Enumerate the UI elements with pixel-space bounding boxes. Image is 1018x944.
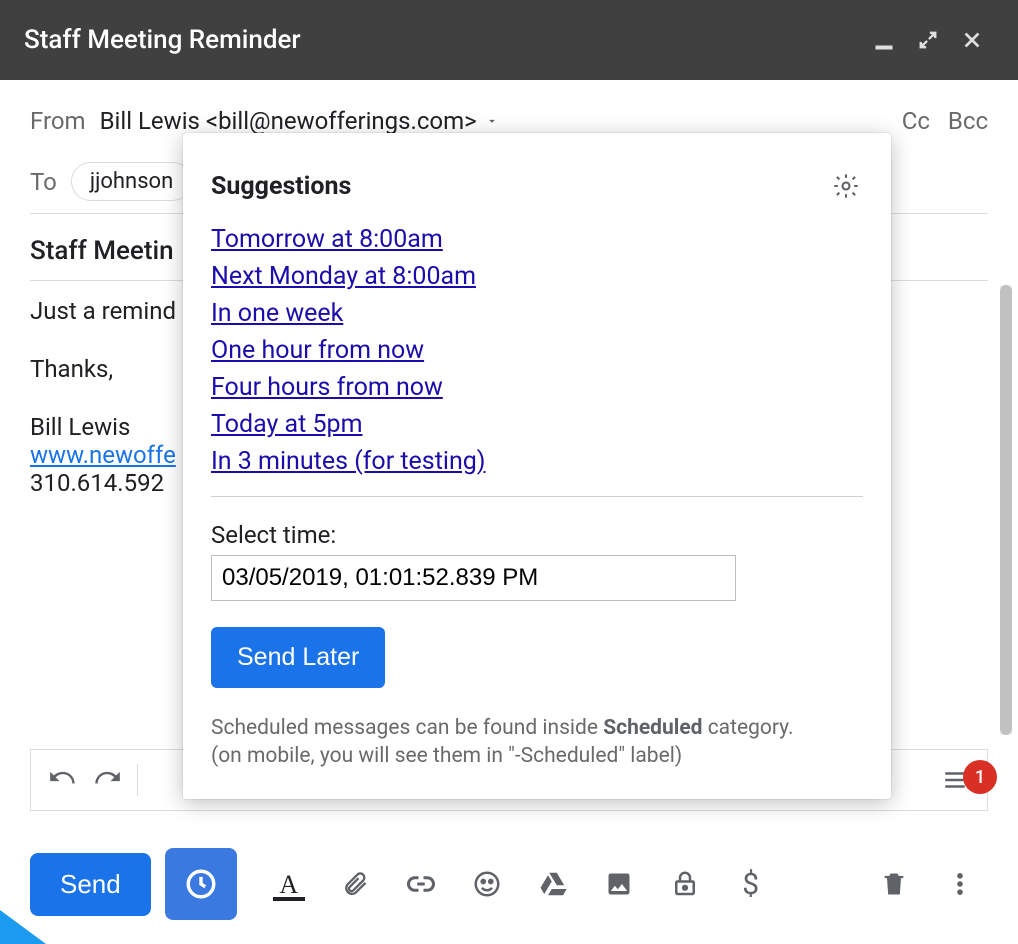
suggestion-item[interactable]: Today at 5pm [211, 410, 363, 439]
insert-link-button[interactable] [393, 856, 449, 912]
inbox-corner-indicator [0, 910, 46, 944]
suggestions-list: Tomorrow at 8:00am Next Monday at 8:00am… [211, 225, 863, 476]
toolbar-separator [137, 764, 138, 796]
window-title: Staff Meeting Reminder [24, 25, 862, 55]
insert-photo-button[interactable] [591, 856, 647, 912]
bcc-button[interactable]: Bcc [948, 107, 988, 135]
from-label: From [30, 107, 86, 135]
notification-badge: 1 [963, 760, 997, 794]
insert-drive-button[interactable] [525, 856, 581, 912]
cc-button[interactable]: Cc [902, 107, 930, 135]
subject-value: Staff Meetin [30, 236, 174, 266]
undo-button[interactable] [41, 758, 85, 802]
from-value[interactable]: Bill Lewis <bill@newofferings.com> [100, 107, 477, 135]
suggestion-item[interactable]: In one week [211, 299, 343, 328]
body-scrollbar[interactable] [1000, 285, 1012, 735]
popup-divider [211, 496, 863, 497]
compose-titlebar: Staff Meeting Reminder [0, 0, 1018, 80]
fullscreen-button[interactable] [906, 18, 950, 62]
popup-settings-button[interactable] [829, 169, 863, 203]
suggestion-item[interactable]: One hour from now [211, 336, 424, 365]
suggestion-item[interactable]: Next Monday at 8:00am [211, 262, 476, 291]
to-label: To [30, 168, 57, 196]
sig-link[interactable]: www.newoffe [30, 441, 176, 469]
schedule-suggestions-popup: Suggestions Tomorrow at 8:00am Next Mond… [183, 133, 891, 799]
send-button[interactable]: Send [30, 853, 151, 916]
more-options-button[interactable] [932, 856, 988, 912]
suggestion-item[interactable]: Four hours from now [211, 373, 443, 402]
attach-file-button[interactable] [327, 856, 383, 912]
insert-money-button[interactable]: $ [723, 856, 779, 912]
minimize-button[interactable] [862, 18, 906, 62]
select-time-label: Select time: [211, 521, 863, 549]
discard-draft-button[interactable] [866, 856, 922, 912]
popup-note: Scheduled messages can be found inside S… [211, 714, 863, 771]
from-dropdown-icon[interactable] [485, 114, 499, 128]
select-time-input[interactable] [211, 555, 736, 601]
recipient-chip[interactable]: jjohnson [71, 162, 192, 201]
confidential-mode-button[interactable] [657, 856, 713, 912]
suggestion-item[interactable]: Tomorrow at 8:00am [211, 225, 443, 254]
send-later-button[interactable]: Send Later [211, 627, 385, 688]
schedule-send-button[interactable] [165, 848, 237, 920]
text-format-button[interactable]: A [261, 856, 317, 912]
popup-title: Suggestions [211, 172, 829, 201]
insert-emoji-button[interactable] [459, 856, 515, 912]
redo-button[interactable] [85, 758, 129, 802]
close-button[interactable] [950, 18, 994, 62]
compose-actionbar: Send A $ [0, 844, 1018, 944]
suggestion-item[interactable]: In 3 minutes (for testing) [211, 447, 486, 476]
